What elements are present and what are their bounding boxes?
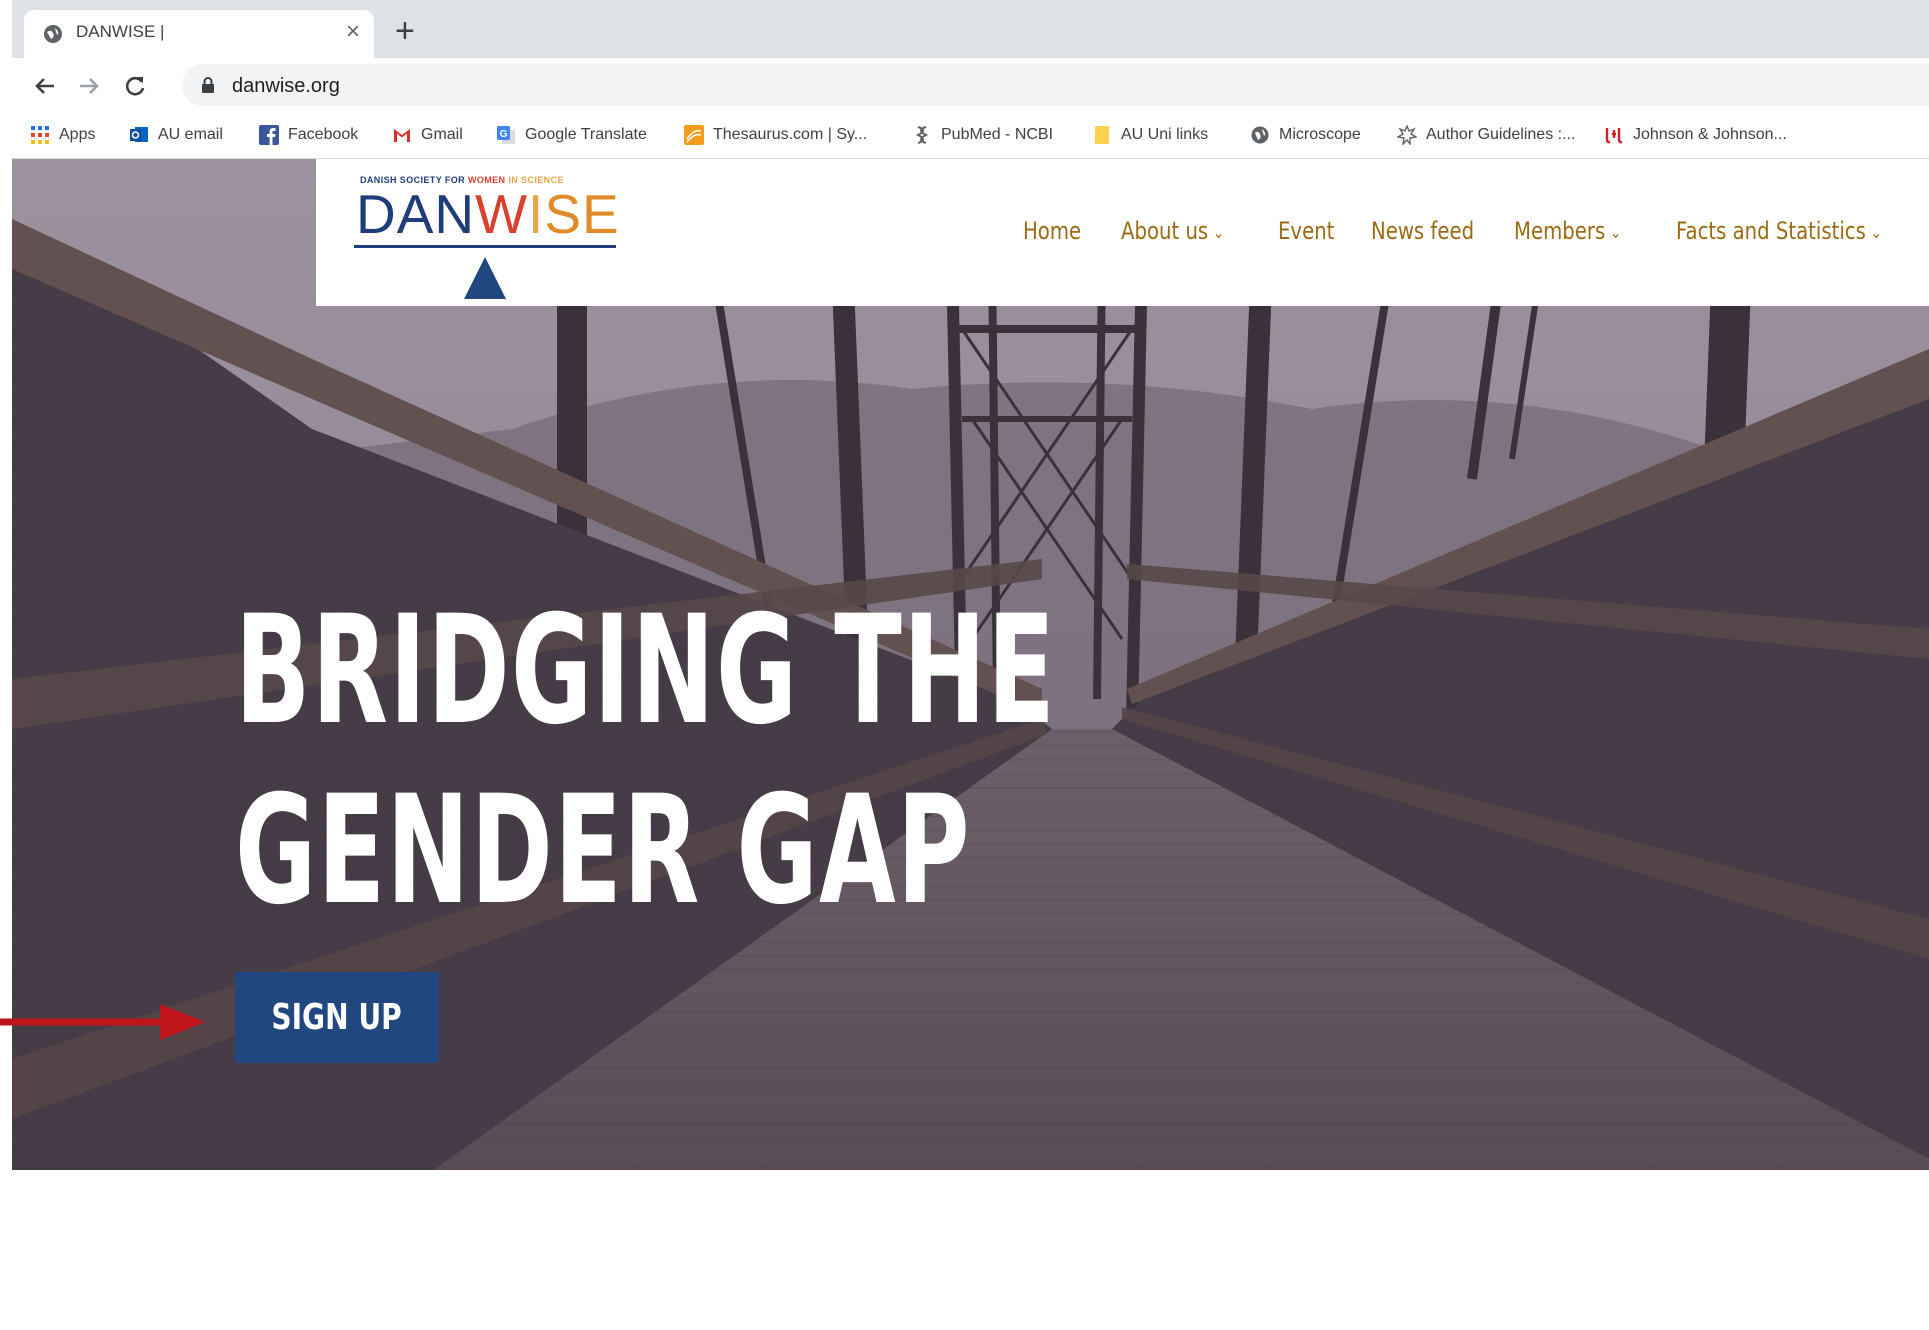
bookmark-label: AU email [158, 126, 223, 143]
browser-toolbar: danwise.org [12, 58, 1929, 112]
bookmark-au-uni-links[interactable]: AU Uni links [1092, 122, 1208, 148]
globe-icon [1251, 126, 1269, 144]
bookmark-google-translate[interactable]: G Google Translate [496, 122, 647, 148]
gmail-icon [394, 129, 410, 142]
bookmark-label: Microscope [1279, 126, 1361, 143]
globe-icon [44, 25, 62, 43]
back-arrow-icon[interactable] [30, 71, 60, 101]
bookmark-label: Thesaurus.com | Sy... [713, 126, 868, 143]
bookmark-label: PubMed - NCBI [941, 126, 1054, 143]
hero-headline: BRIDGING THE GENDER GAP [235, 584, 1057, 938]
bookmarks-bar: Apps AU email Facebook Gmail G Google Tr… [12, 112, 1929, 159]
pubmed-icon [915, 126, 929, 144]
bookmark-label: Author Guidelines :... [1426, 126, 1576, 143]
logo-triangle-icon [354, 245, 616, 299]
folder-icon [1095, 126, 1109, 144]
bookmark-label: Facebook [288, 126, 359, 143]
bookmark-label: Google Translate [525, 126, 647, 143]
chevron-down-icon: ⌄ [1610, 222, 1622, 242]
google-translate-icon: G [497, 126, 515, 144]
bookmark-au-email[interactable]: AU email [129, 122, 223, 148]
site-header: DANISH SOCIETY FOR WOMEN IN SCIENCE DANW… [316, 159, 1929, 306]
nav-about-us[interactable]: About us ⌄ [1121, 217, 1224, 245]
nav-home[interactable]: Home [1023, 217, 1081, 245]
bookmark-gmail[interactable]: Gmail [392, 122, 463, 148]
lock-icon [202, 77, 214, 93]
thesaurus-icon [684, 125, 704, 145]
red-arrow-annotation [0, 1004, 205, 1040]
apps-grid-icon [31, 126, 49, 144]
nav-members[interactable]: Members ⌄ [1514, 217, 1621, 245]
tab-strip: DANWISE | × + [12, 0, 1929, 58]
page-bottom-blank [12, 1170, 1929, 1330]
browser-tab[interactable]: DANWISE | × [24, 10, 374, 58]
forward-arrow-icon[interactable] [74, 71, 104, 101]
web-page: DANISH SOCIETY FOR WOMEN IN SCIENCE DANW… [12, 159, 1929, 1328]
chevron-down-icon: ⌄ [1213, 222, 1225, 242]
facebook-icon [259, 125, 279, 145]
browser-window: DANWISE | × + danwise.org Apps AU email … [12, 0, 1929, 1330]
reload-icon[interactable] [120, 71, 150, 101]
outlook-icon [130, 127, 148, 142]
author-guidelines-icon [1397, 125, 1417, 145]
chevron-down-icon: ⌄ [1870, 222, 1882, 242]
nav-facts-and-statistics[interactable]: Facts and Statistics ⌄ [1676, 217, 1882, 245]
bookmark-label: Apps [59, 126, 96, 143]
svg-text:G: G [500, 129, 508, 140]
url-text: danwise.org [232, 75, 340, 97]
nav-news-feed[interactable]: News feed [1371, 217, 1474, 245]
bookmark-label: Gmail [421, 126, 463, 143]
jnj-icon [1605, 128, 1623, 144]
bookmark-author-guidelines[interactable]: Author Guidelines :... [1397, 122, 1575, 148]
bookmark-microscope[interactable]: Microscope [1250, 122, 1361, 148]
bookmark-pubmed[interactable]: PubMed - NCBI [912, 122, 1053, 148]
bookmark-facebook[interactable]: Facebook [259, 122, 358, 148]
sign-up-button[interactable]: SIGN UP [235, 972, 439, 1063]
bookmark-label: Johnson & Johnson... [1633, 126, 1787, 143]
bookmark-thesaurus[interactable]: Thesaurus.com | Sy... [684, 122, 867, 148]
bookmark-label: AU Uni links [1121, 126, 1209, 143]
new-tab-button[interactable]: + [395, 14, 415, 48]
nav-event[interactable]: Event [1278, 217, 1334, 245]
danwise-logo[interactable]: DANWISE [356, 185, 620, 243]
bookmark-johnson-johnson[interactable]: Johnson & Johnson... [1604, 122, 1787, 148]
address-bar[interactable]: danwise.org [182, 64, 1929, 106]
bookmark-apps[interactable]: Apps [30, 122, 95, 148]
tab-title: DANWISE | [76, 22, 165, 41]
close-tab-icon[interactable]: × [346, 19, 360, 45]
